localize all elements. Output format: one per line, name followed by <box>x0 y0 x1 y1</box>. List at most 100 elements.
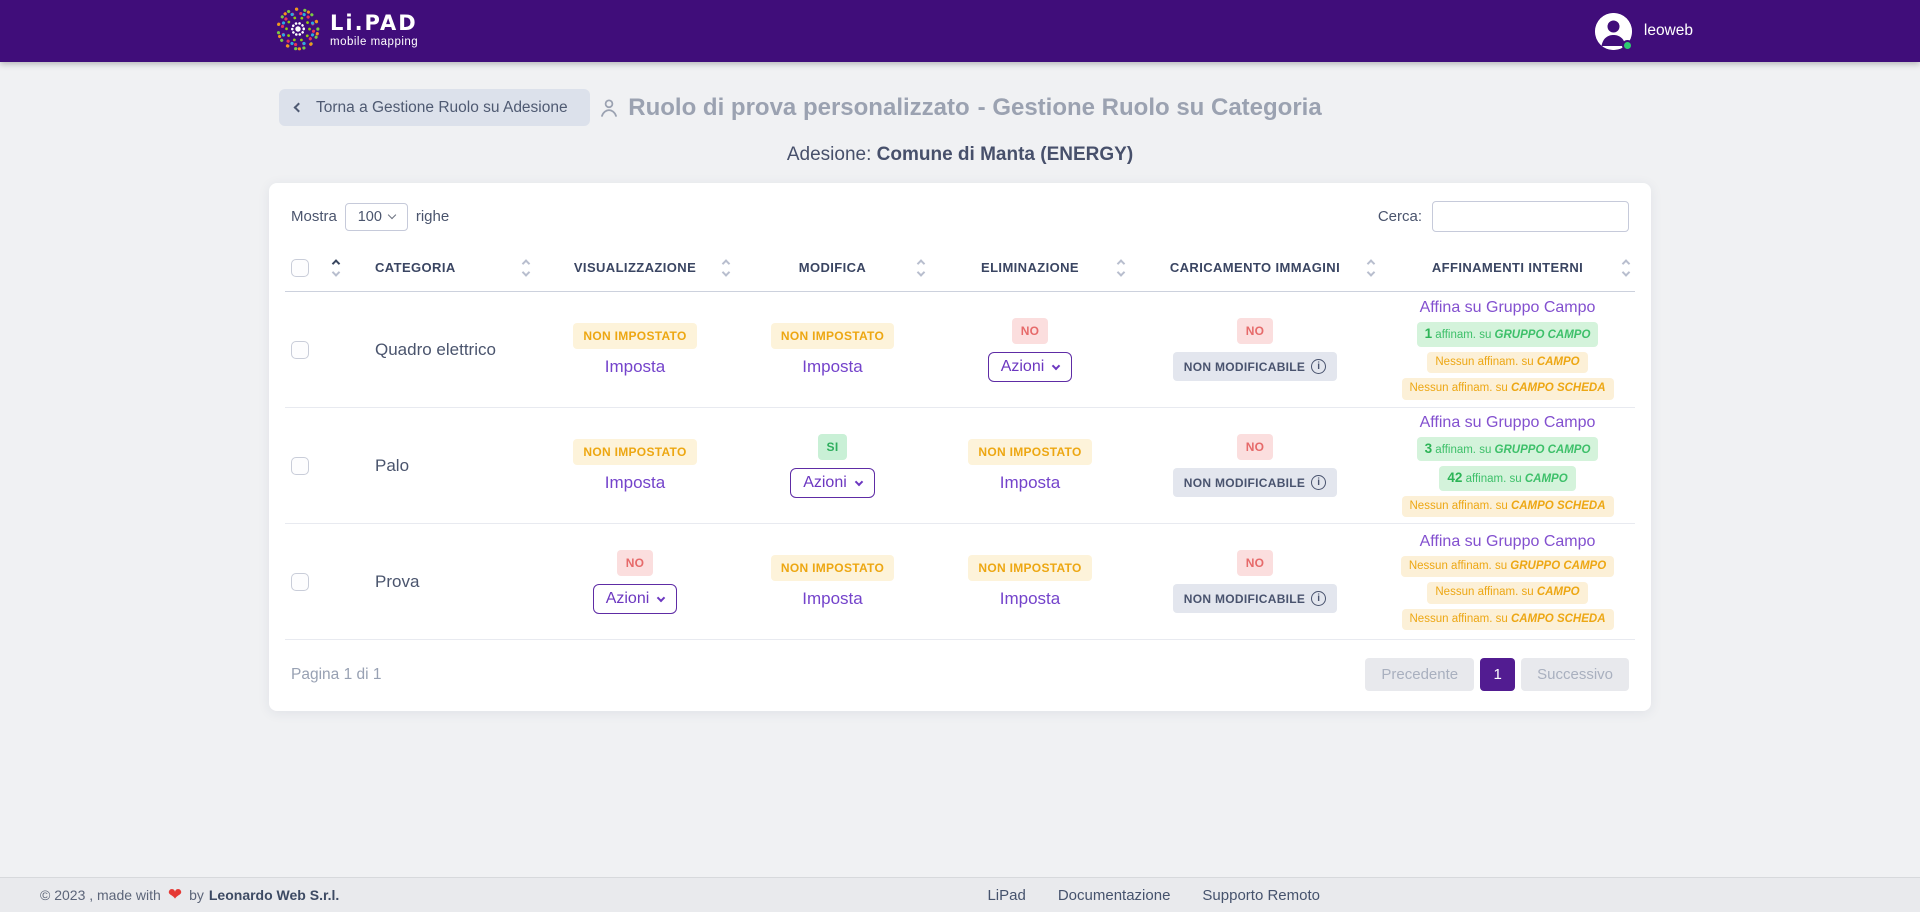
pagination-info: Pagina 1 di 1 <box>291 666 382 684</box>
header-visualizzazione[interactable]: VISUALIZZAZIONE <box>535 244 735 291</box>
header-caricamento-immagini[interactable]: CARICAMENTO IMMAGINI <box>1130 244 1380 291</box>
chevron-down-icon <box>1052 361 1060 369</box>
affinamenti-badge: Nessun affinam. su CAMPO <box>1427 582 1587 604</box>
header-select-all <box>285 244 345 291</box>
affinamenti-badge: 3 affinam. su GRUPPO CAMPO <box>1417 437 1599 462</box>
sort-control[interactable] <box>331 258 341 277</box>
affinamenti-badge: Nessun affinam. su GRUPPO CAMPO <box>1401 556 1614 578</box>
status-badge: NO <box>1237 434 1274 460</box>
eliminazione-cell: NON IMPOSTATO Imposta <box>930 439 1130 493</box>
adesione-subtitle: Adesione: Comune di Manta (ENERGY) <box>269 144 1651 166</box>
sort-control[interactable] <box>521 258 531 277</box>
sort-control[interactable] <box>1116 258 1126 277</box>
header-categoria[interactable]: CATEGORIA <box>345 244 535 291</box>
eliminazione-cell: NO Azioni <box>930 318 1130 382</box>
info-icon[interactable]: i <box>1311 475 1326 490</box>
adesione-label: Adesione: <box>787 144 872 165</box>
status-badge: NO <box>1237 318 1274 344</box>
category-name: Quadro elettrico <box>375 340 496 360</box>
caricamento-cell: NO NON MODIFICABILE i <box>1130 318 1380 381</box>
affinamenti-cell: Affina su Gruppo Campo 3 affinam. su GRU… <box>1380 414 1635 518</box>
imposta-link[interactable]: Imposta <box>802 589 862 609</box>
avatar[interactable] <box>1595 13 1632 50</box>
show-label: Mostra <box>291 208 337 225</box>
caricamento-cell: NO NON MODIFICABILE i <box>1130 434 1380 497</box>
info-icon[interactable]: i <box>1311 359 1326 374</box>
affina-link[interactable]: Affina su Gruppo Campo <box>1420 299 1596 317</box>
imposta-link[interactable]: Imposta <box>802 357 862 377</box>
imposta-link[interactable]: Imposta <box>605 473 665 493</box>
affinamenti-badge: Nessun affinam. su CAMPO SCHEDA <box>1402 609 1614 631</box>
info-icon[interactable]: i <box>1311 591 1326 606</box>
sort-control[interactable] <box>1366 258 1376 277</box>
non-modificabile-badge: NON MODIFICABILE i <box>1173 584 1337 613</box>
chevron-down-icon <box>657 593 665 601</box>
adesione-value: Comune di Manta (ENERGY) <box>877 144 1134 165</box>
pagination: Pagina 1 di 1 Precedente 1 Successivo <box>285 640 1635 711</box>
copyright: © 2023 , made with ❤ by Leonardo Web S.r… <box>40 885 339 905</box>
status-badge: NON IMPOSTATO <box>968 555 1091 581</box>
search-input[interactable] <box>1432 201 1629 232</box>
rows-label: righe <box>416 208 449 225</box>
imposta-link[interactable]: Imposta <box>1000 473 1060 493</box>
search-label: Cerca: <box>1378 208 1422 225</box>
chevron-down-icon <box>855 477 863 485</box>
role-name: Ruolo di prova personalizzato <box>628 94 969 122</box>
azioni-dropdown[interactable]: Azioni <box>790 468 875 498</box>
affina-link[interactable]: Affina su Gruppo Campo <box>1420 533 1596 551</box>
roles-table: CATEGORIA VISUALIZZAZIONE MODIFICA ELIMI… <box>285 244 1635 640</box>
footer-link-supporto-remoto[interactable]: Supporto Remoto <box>1202 887 1320 904</box>
modifica-cell: SI Azioni <box>735 434 930 498</box>
back-button[interactable]: Torna a Gestione Ruolo su Adesione <box>279 89 590 126</box>
user-menu[interactable]: leoweb <box>1595 13 1693 50</box>
footer: © 2023 , made with ❤ by Leonardo Web S.r… <box>0 877 1920 912</box>
table-row: Quadro elettrico NON IMPOSTATO Imposta N… <box>285 292 1635 408</box>
status-badge: NO <box>1237 550 1274 576</box>
row-checkbox[interactable] <box>291 573 309 591</box>
visualizzazione-cell: NON IMPOSTATO Imposta <box>535 323 735 377</box>
caricamento-cell: NO NON MODIFICABILE i <box>1130 550 1380 613</box>
azioni-dropdown[interactable]: Azioni <box>593 584 678 614</box>
visualizzazione-cell: NO Azioni <box>535 550 735 614</box>
table-row: Palo NON IMPOSTATO Imposta SI Azioni NON… <box>285 408 1635 524</box>
azioni-dropdown[interactable]: Azioni <box>988 352 1073 382</box>
next-page-button[interactable]: Successivo <box>1521 658 1629 691</box>
status-badge: NON IMPOSTATO <box>573 323 696 349</box>
non-modificabile-badge: NON MODIFICABILE i <box>1173 468 1337 497</box>
sort-control[interactable] <box>721 258 731 277</box>
imposta-link[interactable]: Imposta <box>1000 589 1060 609</box>
page-size-value: 100 <box>358 209 382 225</box>
page-size-select[interactable]: 100 <box>345 203 408 231</box>
status-badge: SI <box>818 434 848 460</box>
page-title: Ruolo di prova personalizzato - Gestione… <box>598 94 1321 122</box>
app-logo[interactable]: Li.PAD mobile mapping <box>275 6 418 57</box>
page-title-suffix: - Gestione Ruolo su Categoria <box>978 94 1322 122</box>
logo-title: Li.PAD <box>330 11 418 35</box>
header-modifica[interactable]: MODIFICA <box>735 244 930 291</box>
select-all-checkbox[interactable] <box>291 259 309 277</box>
table-card: Mostra 100 righe Cerca: CATEGOR <box>269 183 1651 711</box>
sort-control[interactable] <box>1621 258 1631 277</box>
footer-link-documentazione[interactable]: Documentazione <box>1058 887 1171 904</box>
navbar: Li.PAD mobile mapping leoweb <box>0 0 1920 62</box>
username: leoweb <box>1644 22 1693 40</box>
row-checkbox[interactable] <box>291 457 309 475</box>
table-row: Prova NO Azioni NON IMPOSTATO Imposta NO… <box>285 524 1635 640</box>
imposta-link[interactable]: Imposta <box>605 357 665 377</box>
footer-link-lipad[interactable]: LiPad <box>987 887 1025 904</box>
current-page-button[interactable]: 1 <box>1480 658 1515 691</box>
affina-link[interactable]: Affina su Gruppo Campo <box>1420 414 1596 432</box>
category-name: Palo <box>375 456 409 476</box>
status-badge: NO <box>617 550 654 576</box>
previous-page-button[interactable]: Precedente <box>1365 658 1474 691</box>
status-badge: NON IMPOSTATO <box>771 323 894 349</box>
header-affinamenti-interni[interactable]: AFFINAMENTI INTERNI <box>1380 244 1635 291</box>
row-checkbox[interactable] <box>291 341 309 359</box>
header-eliminazione[interactable]: ELIMINAZIONE <box>930 244 1130 291</box>
chevron-left-icon <box>294 103 304 113</box>
logo-subtitle: mobile mapping <box>330 37 418 49</box>
status-badge: NON IMPOSTATO <box>573 439 696 465</box>
eliminazione-cell: NON IMPOSTATO Imposta <box>930 555 1130 609</box>
sort-control[interactable] <box>916 258 926 277</box>
affinamenti-badge: Nessun affinam. su CAMPO <box>1427 352 1587 374</box>
